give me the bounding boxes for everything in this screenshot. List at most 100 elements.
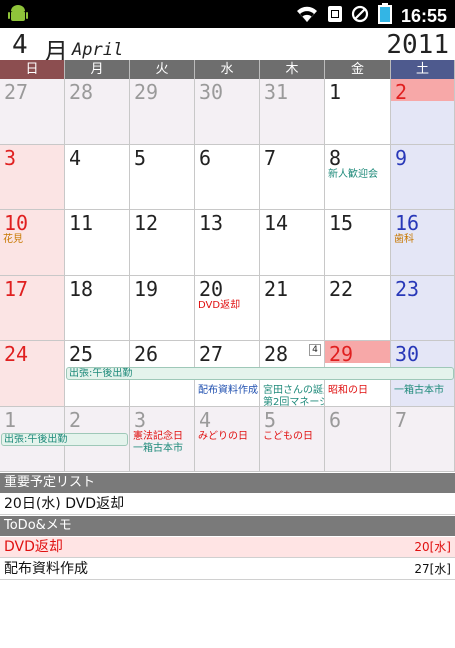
calendar-day-cell[interactable]: 16 歯科 <box>391 210 455 276</box>
day-number: 12 <box>134 211 159 235</box>
day-number: 9 <box>395 145 408 170</box>
day-number: 18 <box>69 276 94 301</box>
day-number: 1 <box>4 407 17 432</box>
month-number: 4 <box>12 30 28 60</box>
day-number: 20 <box>199 276 224 301</box>
important-item[interactable]: 20日(水) DVD返却 <box>0 494 455 515</box>
calendar-day-cell[interactable]: 29 <box>130 79 195 145</box>
event-label[interactable]: 新人歓迎会 <box>328 169 378 181</box>
month-header: 4 月 April 2011 <box>0 28 455 66</box>
event-label[interactable]: 昭和の日 <box>328 385 368 397</box>
multi-day-event-bar[interactable]: 出張:午後出勤 <box>1 432 128 446</box>
day-number: 7 <box>395 407 408 432</box>
calendar-day-cell[interactable]: 20 DVD返却 <box>195 275 260 341</box>
day-number: 27 <box>4 80 29 104</box>
weekday-label: 火 <box>130 60 195 79</box>
todo-item-date: 27[水] <box>414 562 451 576</box>
day-number: 25 <box>69 342 94 366</box>
calendar-day-cell[interactable]: 10 花見 <box>0 210 65 276</box>
month-english: April <box>72 40 124 60</box>
day-number: 29 <box>329 342 354 366</box>
day-number: 28 <box>264 342 289 366</box>
calendar-day-cell[interactable]: 11 <box>65 210 130 276</box>
day-number: 29 <box>134 80 159 104</box>
day-number: 31 <box>264 80 289 104</box>
calendar-day-cell[interactable]: 4 <box>65 144 130 210</box>
android-icon <box>8 5 28 27</box>
calendar-day-cell[interactable]: 5 <box>130 144 195 210</box>
calendar-day-cell[interactable]: 23 <box>391 275 455 341</box>
calendar-day-cell[interactable]: 22 <box>325 275 391 341</box>
todo-item-date: 20[水] <box>414 540 451 554</box>
todo-item[interactable]: DVD返却 20[水] <box>0 537 455 558</box>
calendar-day-cell[interactable]: 5 こどもの日 <box>260 406 325 472</box>
event-label[interactable]: 一箱古本市 <box>394 385 444 397</box>
day-number: 5 <box>134 145 147 170</box>
event-label[interactable]: 花見 <box>3 234 23 246</box>
calendar-day-cell[interactable]: 4 みどりの日 <box>195 406 260 472</box>
event-label[interactable]: DVD返却 <box>198 300 240 312</box>
todo-item-text: DVD返却 <box>4 539 63 555</box>
day-number: 22 <box>329 276 354 301</box>
calendar-day-cell[interactable]: 15 <box>325 210 391 276</box>
calendar-day-cell[interactable]: 19 <box>130 275 195 341</box>
year-label: 2011 <box>386 30 449 60</box>
event-label[interactable]: 配布資料作成 <box>198 385 258 397</box>
calendar-day-cell[interactable]: 6 <box>195 144 260 210</box>
day-number: 27 <box>199 342 224 366</box>
event-label[interactable]: 宮田さんの誕生日 <box>263 385 324 397</box>
calendar-day-cell[interactable]: 24 <box>0 341 65 407</box>
calendar-day-cell[interactable]: 31 <box>260 79 325 145</box>
todo-header: ToDo&メモ <box>0 516 455 536</box>
calendar-day-cell[interactable]: 9 <box>391 144 455 210</box>
calendar-day-cell[interactable]: 18 <box>65 275 130 341</box>
calendar-day-cell[interactable]: 17 <box>0 275 65 341</box>
event-count-badge: 4 <box>309 344 321 356</box>
sim-icon <box>327 5 343 27</box>
calendar-day-cell[interactable]: 14 <box>260 210 325 276</box>
day-number: 30 <box>395 342 420 366</box>
day-number: 28 <box>69 80 94 104</box>
calendar-day-cell[interactable]: 12 <box>130 210 195 276</box>
calendar-day-cell[interactable]: 21 <box>260 275 325 341</box>
event-label[interactable]: 憲法記念日 <box>133 431 183 443</box>
day-number: 21 <box>264 276 289 301</box>
day-number: 2 <box>395 80 408 104</box>
calendar-day-cell[interactable]: 1 <box>325 79 391 145</box>
day-number: 24 <box>4 342 29 366</box>
weekday-label: 月 <box>65 60 130 79</box>
calendar-day-cell[interactable]: 28 <box>65 79 130 145</box>
event-label[interactable]: 一箱古本市 <box>133 443 183 455</box>
day-number: 4 <box>199 407 212 432</box>
status-bar: 16:55 <box>0 0 455 28</box>
calendar-day-cell[interactable]: 13 <box>195 210 260 276</box>
event-label[interactable]: 第2回マネージャー会議 <box>263 397 324 406</box>
weekday-label: 木 <box>260 60 325 79</box>
weekday-header: 日月火水木金土 <box>0 60 455 79</box>
multi-day-event-bar[interactable]: 出張:午後出勤 <box>66 367 454 380</box>
day-number: 17 <box>4 276 29 301</box>
calendar-day-cell[interactable]: 27 <box>0 79 65 145</box>
event-label[interactable]: みどりの日 <box>198 431 248 443</box>
day-number: 11 <box>69 211 94 235</box>
calendar-day-cell[interactable]: 3 <box>0 144 65 210</box>
clock: 16:55 <box>400 5 447 26</box>
calendar-day-cell[interactable]: 7 <box>391 406 455 472</box>
day-number: 3 <box>4 145 17 170</box>
calendar-day-cell[interactable]: 3 憲法記念日 一箱古本市 <box>130 406 195 472</box>
calendar-day-cell[interactable]: 6 <box>325 406 391 472</box>
calendar-day-cell[interactable]: 7 <box>260 144 325 210</box>
blocked-icon <box>351 5 369 27</box>
calendar-day-cell[interactable]: 30 <box>195 79 260 145</box>
todo-item[interactable]: 配布資料作成 27[水] <box>0 559 455 580</box>
calendar-day-cell[interactable]: 8 新人歓迎会 <box>325 144 391 210</box>
event-label[interactable]: 歯科 <box>394 234 414 246</box>
day-number: 6 <box>329 407 342 432</box>
day-number: 10 <box>4 211 29 235</box>
event-label[interactable]: こどもの日 <box>263 431 313 443</box>
weekday-label: 土 <box>391 60 455 79</box>
calendar-day-cell[interactable]: 2 <box>391 79 455 145</box>
day-number: 19 <box>134 276 159 301</box>
day-number: 1 <box>329 80 342 104</box>
day-number: 5 <box>264 407 277 432</box>
